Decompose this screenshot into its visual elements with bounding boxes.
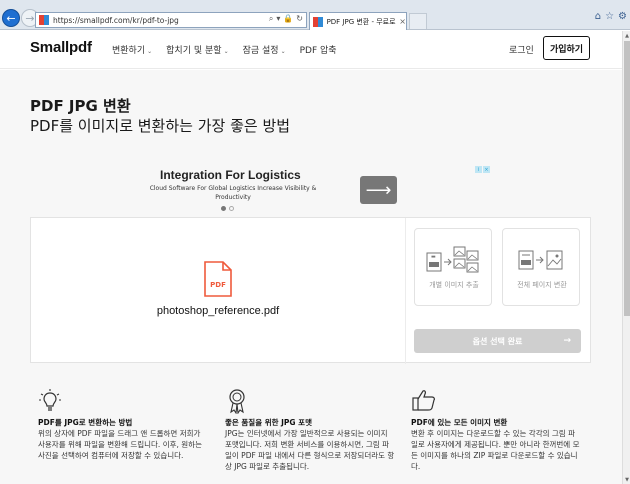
browser-tab[interactable]: PDF JPG 변환 - 무료로 온... × xyxy=(309,12,407,30)
carousel-dot[interactable] xyxy=(229,206,234,211)
scrollbar-thumb[interactable] xyxy=(624,41,630,316)
refresh-icon[interactable]: ↻ xyxy=(296,14,303,24)
ad-choices-badge[interactable]: i × xyxy=(475,166,490,173)
menu-item-merge-split[interactable]: 합치기 및 분할 ⌄ xyxy=(166,43,228,56)
scroll-down-icon[interactable]: ▼ xyxy=(623,475,630,484)
carousel-dots xyxy=(221,206,234,211)
new-tab-button[interactable] xyxy=(409,13,427,29)
settings-gear-icon[interactable]: ⚙ xyxy=(618,11,627,22)
smallpdf-logo[interactable]: Smallpdf xyxy=(30,39,92,56)
url-text[interactable]: https://smallpdf.com/kr/pdf-to-jpg xyxy=(53,16,179,25)
option-convert-pages[interactable]: 전체 페이지 변환 xyxy=(502,228,580,306)
back-arrow-icon: ← xyxy=(6,11,16,25)
chevron-down-icon: ⌄ xyxy=(147,48,153,55)
svg-text:▬: ▬ xyxy=(431,254,436,260)
choose-option-button[interactable]: 옵션 선택 완료 → xyxy=(414,329,581,353)
menu-item-label: PDF 압축 xyxy=(299,46,337,56)
feature-text: 변환 후 이미지는 다운로드할 수 있는 각각의 그림 파일로 사용자에게 제공… xyxy=(411,429,580,471)
option-label: 개별 이미지 추출 xyxy=(429,281,479,289)
feature-text: JPG는 인터넷에서 가장 일반적으로 사용되는 이미지 포맷입니다. 저희 변… xyxy=(225,429,395,471)
pdf-icon-label: PDF xyxy=(210,281,226,289)
page-title: PDF JPG 변환 xyxy=(30,97,131,115)
browser-chrome: ← → https://smallpdf.com/kr/pdf-to-jpg ⌕… xyxy=(0,0,630,30)
ad-close-icon[interactable]: × xyxy=(483,166,490,173)
main-menu: 변환하기 ⌄ 합치기 및 분할 ⌄ 잠금 설정 ⌄ PDF 압축 xyxy=(112,43,337,56)
thumbs-up-icon xyxy=(412,390,435,411)
address-tools: ⌕ ▾ 🔒 ↻ xyxy=(269,14,303,24)
pdf-file-icon: PDF xyxy=(204,261,232,297)
login-link[interactable]: 로그인 xyxy=(509,43,534,56)
forward-arrow-icon: → xyxy=(25,11,35,25)
file-name: photoshop_reference.pdf xyxy=(156,305,280,317)
tab-title: PDF JPG 변환 - 무료로 온... xyxy=(326,17,398,26)
convert-pages-icon xyxy=(518,250,563,270)
lock-icon[interactable]: 🔒 xyxy=(283,14,293,24)
feature-text: 위의 상자에 PDF 파일을 드래그 앤 드롭하면 저희가 사용자를 위해 파일… xyxy=(38,429,202,460)
menu-item-label: 합치기 및 분할 xyxy=(166,46,222,56)
arrow-right-icon: → xyxy=(563,336,571,346)
menu-item-label: 잠금 설정 xyxy=(242,46,279,56)
panel-divider xyxy=(405,218,406,364)
ad-arrow-button[interactable]: ⟶ xyxy=(360,176,397,204)
scroll-up-icon[interactable]: ▲ xyxy=(623,31,630,40)
ad-banner[interactable]: Integration For Logistics Cloud Software… xyxy=(140,165,490,215)
site-header: Smallpdf 변환하기 ⌄ 합치기 및 분할 ⌄ 잠금 설정 ⌄ PDF 압축 로… xyxy=(0,31,622,69)
option-extract-images[interactable]: ▬ 개별 이미지 추출 xyxy=(414,228,492,306)
ad-subtitle: Cloud Software For Global Logistics Incr… xyxy=(149,185,317,201)
menu-item-label: 변환하기 xyxy=(112,46,146,56)
feature-title: PDF를 JPG로 변환하는 방법 xyxy=(38,418,133,427)
choose-option-label: 옵션 선택 완료 xyxy=(472,336,523,346)
signup-button[interactable]: 가입하기 xyxy=(543,36,590,60)
ad-info-icon[interactable]: i xyxy=(475,166,482,173)
back-button[interactable]: ← xyxy=(2,9,20,27)
page-subtitle: PDF를 이미지로 변환하는 가장 좋은 방법 xyxy=(30,117,291,135)
favorites-star-icon[interactable]: ☆ xyxy=(605,11,614,22)
search-icon[interactable]: ⌕ xyxy=(269,14,273,24)
site-favicon-icon xyxy=(39,15,49,25)
carousel-dot[interactable] xyxy=(221,206,226,211)
menu-item-compress[interactable]: PDF 압축 xyxy=(300,43,337,56)
lightbulb-icon xyxy=(39,389,61,411)
chevron-down-icon: ⌄ xyxy=(280,48,286,55)
option-label: 전체 페이지 변환 xyxy=(517,281,567,289)
tab-close-icon[interactable]: × xyxy=(399,17,406,26)
feature-title: 좋은 품질을 위한 JPG 포맷 xyxy=(225,418,312,427)
tab-favicon-icon xyxy=(313,16,323,27)
address-bar[interactable]: https://smallpdf.com/kr/pdf-to-jpg ⌕ ▾ 🔒… xyxy=(35,12,307,28)
ad-title[interactable]: Integration For Logistics xyxy=(160,168,301,182)
dropdown-icon[interactable]: ▾ xyxy=(276,14,280,24)
feature-title: PDF에 있는 모든 이미지 변환 xyxy=(411,418,508,427)
arrow-right-icon: ⟶ xyxy=(365,179,392,201)
menu-item-lock[interactable]: 잠금 설정 ⌄ xyxy=(243,43,286,56)
converter-panel: PDF photoshop_reference.pdf ▬ 개별 이미지 추출 … xyxy=(30,217,591,364)
extract-images-icon: ▬ xyxy=(426,246,479,273)
home-icon[interactable]: ⌂ xyxy=(595,11,601,22)
browser-toolbar-icons: ⌂ ☆ ⚙ xyxy=(595,11,627,22)
award-ribbon-icon xyxy=(229,389,245,414)
chevron-down-icon: ⌄ xyxy=(223,48,229,55)
page-scrollbar[interactable]: ▲ ▼ xyxy=(622,31,630,484)
menu-item-convert[interactable]: 변환하기 ⌄ xyxy=(112,43,152,56)
